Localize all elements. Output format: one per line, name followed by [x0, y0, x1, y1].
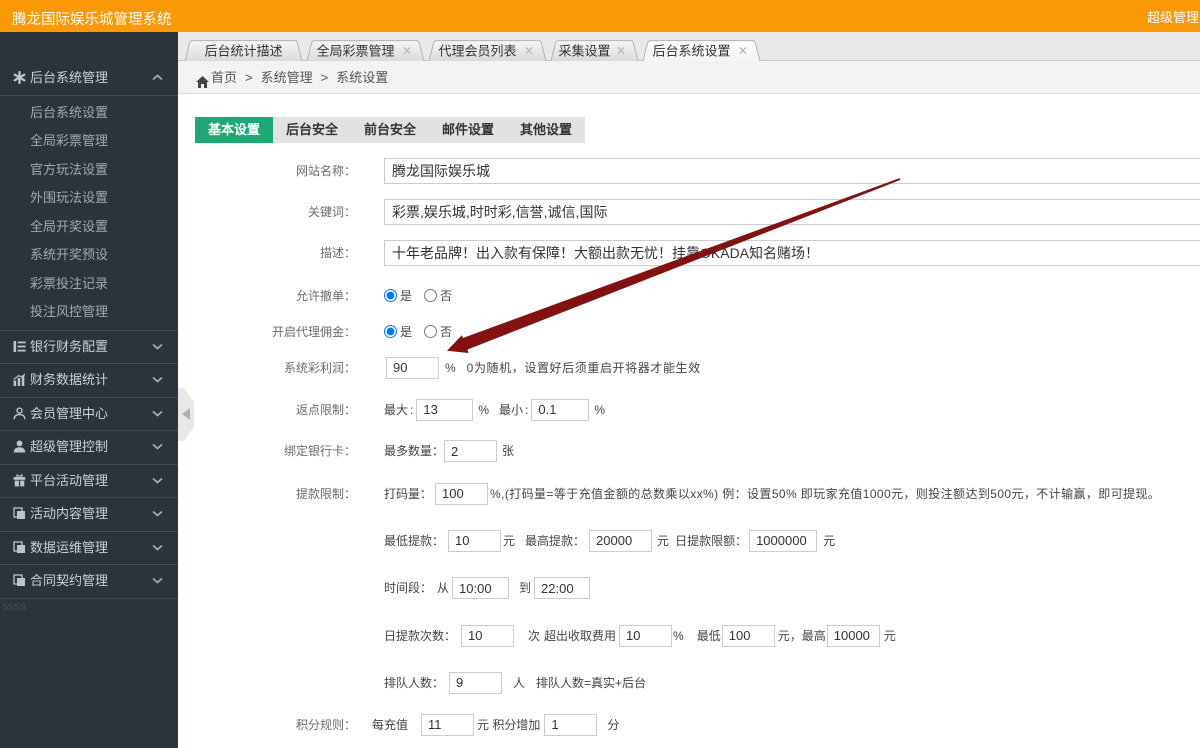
svg-text:后台统计描述: 后台统计描述: [204, 44, 282, 59]
svg-text:代理会员列表: 代理会员列表: [438, 44, 516, 59]
svg-text:后台系统设置: 后台系统设置: [652, 44, 730, 59]
svg-text:采集设置: 采集设置: [558, 44, 610, 59]
svg-text:全局彩票管理: 全局彩票管理: [316, 44, 394, 59]
